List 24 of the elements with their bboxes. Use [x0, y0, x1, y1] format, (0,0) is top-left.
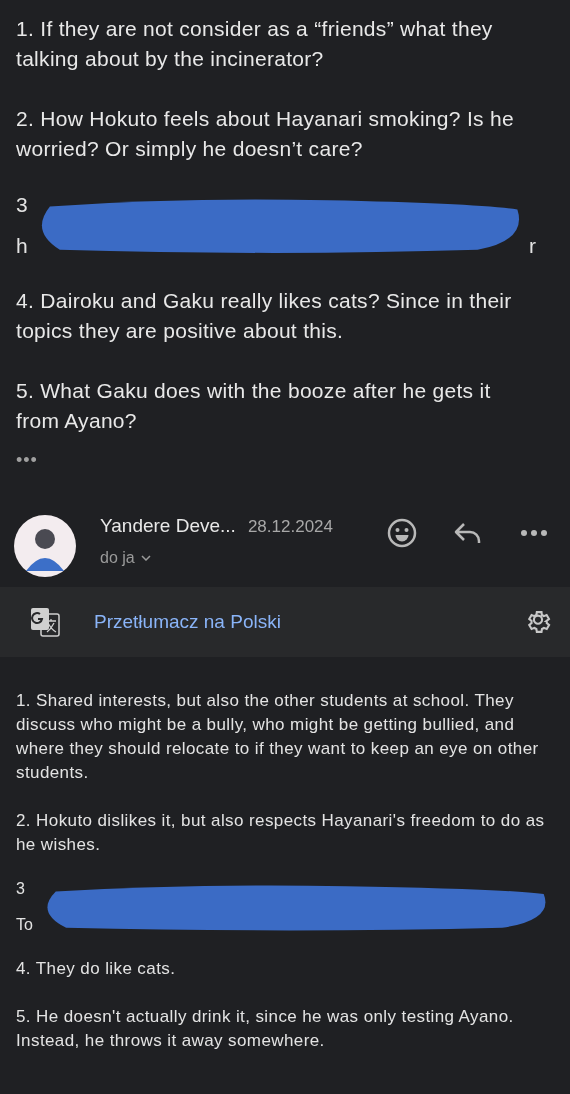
sender-name: Yandere Deve...	[100, 515, 236, 537]
translate-link[interactable]: Przetłumacz na Polski	[94, 611, 281, 633]
message-paragraph: 5. He doesn't actually drink it, since he was only testing Ayano. Instead, he throws it away somewhere.	[16, 1006, 515, 1052]
more-icon	[521, 530, 547, 536]
chevron-down-icon	[140, 555, 151, 561]
reply-arrow-icon	[453, 521, 483, 545]
text-fragment: r	[529, 235, 536, 256]
text-fragment: 3	[16, 194, 28, 215]
smiley-icon	[386, 517, 418, 549]
translate-icon	[30, 607, 60, 637]
quoted-paragraph: 2. How Hokuto feels about Hayanari smoking? Is he worried? Or simply he doesn’t care?	[16, 106, 515, 162]
message-paragraph: 2. Hokuto dislikes it, but also respects Hayanari's freedom to do as he wishes.	[16, 810, 546, 856]
message-paragraph: 4. They do like cats.	[16, 958, 177, 980]
text-fragment: h	[16, 235, 28, 256]
quoted-paragraph: 5. What Gaku does with the booze after he gets it from Ayano?	[16, 378, 492, 434]
message-date: 28.12.2024	[247, 517, 333, 537]
message-paragraph: 1. Shared interests, but also the other students at school. They discuss who might be a bully, who might be getting bullied, and where they should relocate to if they want to keep an eye on other students.	[16, 690, 540, 784]
quoted-paragraph: 4. Dairoku and Gaku really likes cats? Since in their topics they are positive about this.	[16, 288, 513, 344]
show-trimmed-content[interactable]: •••	[16, 450, 570, 471]
text-fragment: To	[16, 917, 33, 933]
quoted-paragraph: 1. If they are not consider as a “friends” what they talking about by the incinerator?	[16, 16, 494, 72]
avatar-icon	[14, 515, 76, 577]
text-fragment: 3	[16, 881, 26, 897]
recipient-toggle[interactable]: do ja	[100, 549, 333, 567]
